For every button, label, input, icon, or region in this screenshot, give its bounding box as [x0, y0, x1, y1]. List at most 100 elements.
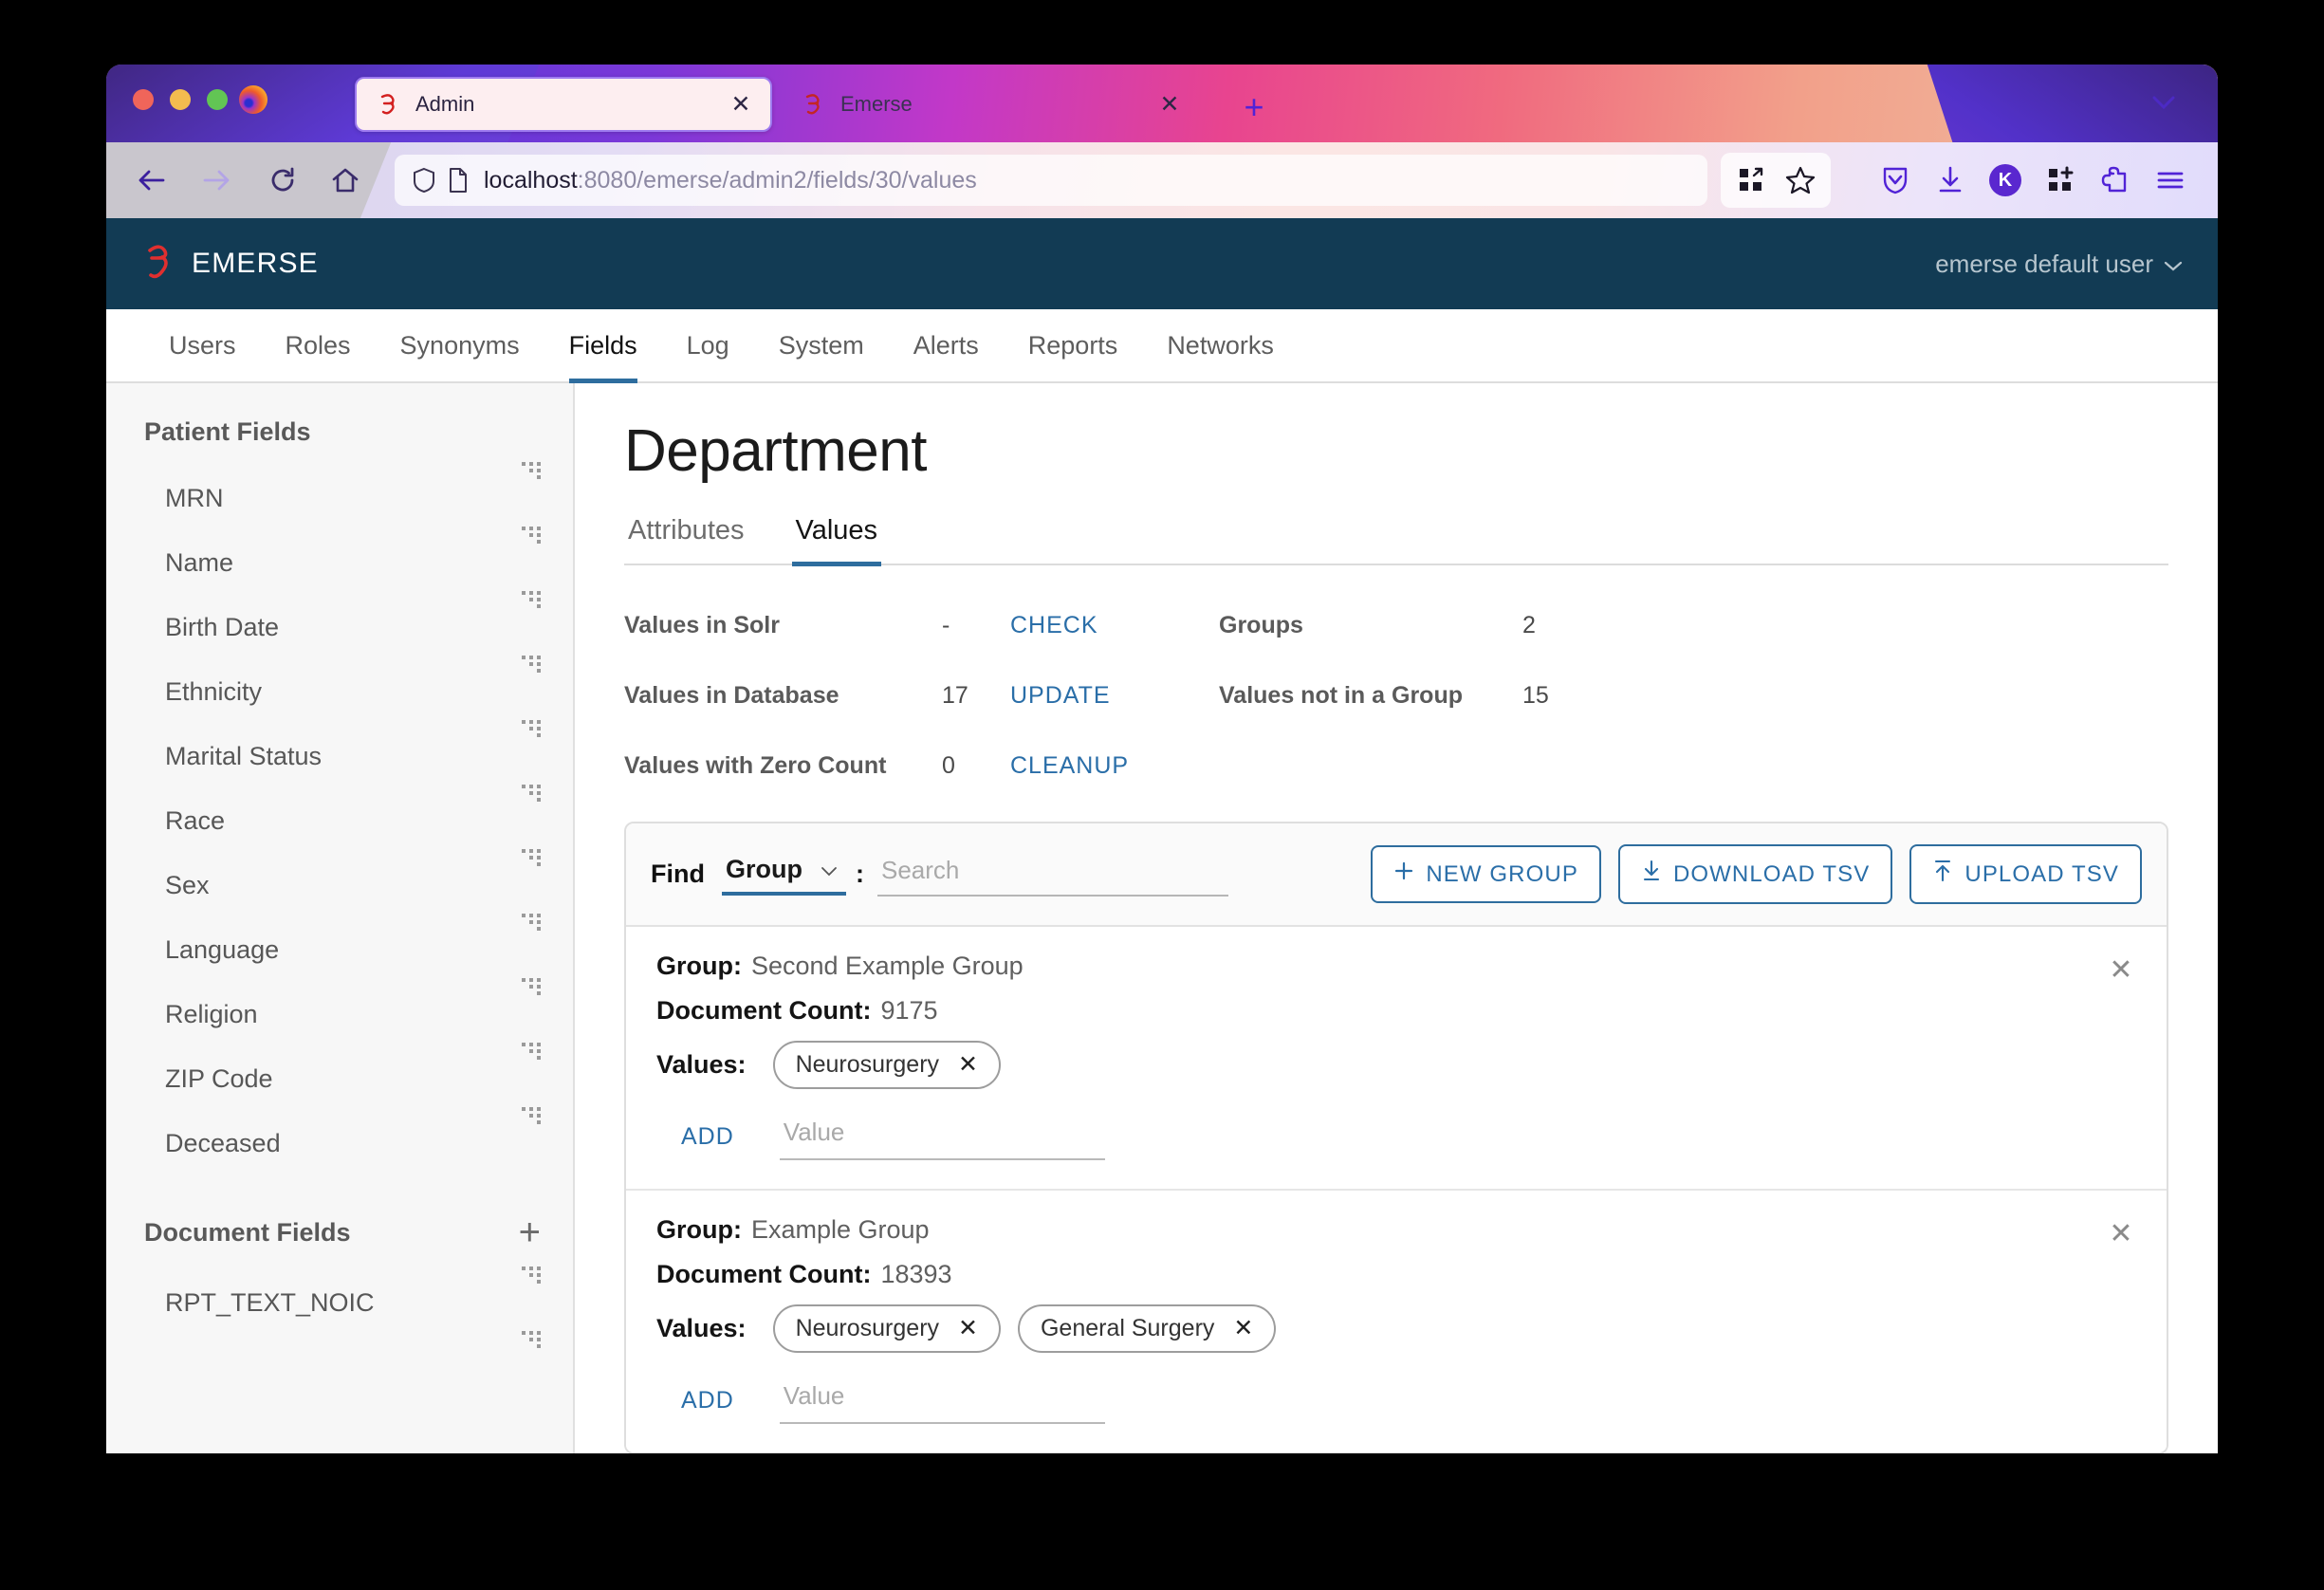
account-avatar-icon[interactable]: K	[1981, 156, 2030, 205]
sidebar-item-race[interactable]: Race	[106, 785, 573, 853]
pocket-save-icon[interactable]	[1871, 156, 1920, 205]
tab-alerts[interactable]: Alerts	[889, 309, 1004, 381]
sidebar-item-religion[interactable]: Religion	[106, 978, 573, 1046]
sidebar-item-label: Name	[165, 547, 234, 577]
minimize-window-button[interactable]	[170, 89, 191, 110]
url-path: :8080/emerse/admin2/fields/30/values	[577, 166, 977, 194]
group-key-label: Group:	[656, 952, 742, 980]
drag-handle-icon[interactable]	[522, 591, 543, 612]
sidebar-item-birth-date[interactable]: Birth Date	[106, 591, 573, 659]
page-info-document-icon[interactable]	[448, 167, 469, 194]
sidebar-item-deceased[interactable]: Deceased	[106, 1107, 573, 1175]
download-tsv-button[interactable]: DOWNLOAD TSV	[1617, 844, 1893, 904]
sidebar-item-zip-code[interactable]: ZIP Code	[106, 1043, 573, 1111]
remove-value-icon[interactable]: ✕	[958, 1053, 978, 1077]
tab-users[interactable]: Users	[144, 309, 261, 381]
back-button[interactable]	[127, 156, 176, 205]
upload-arrow-icon	[1932, 860, 1953, 889]
value-chip[interactable]: Neurosurgery ✕	[772, 1041, 1001, 1089]
download-tsv-label: DOWNLOAD TSV	[1672, 860, 1871, 887]
tab-close-icon[interactable]: ✕	[1155, 90, 1184, 119]
sidebar-item-rpt-text-noic[interactable]: RPT_TEXT_NOIC	[106, 1266, 573, 1335]
new-group-button[interactable]: NEW GROUP	[1371, 845, 1601, 903]
delete-group-icon[interactable]: ✕	[2102, 1215, 2140, 1253]
check-button[interactable]: CHECK	[1010, 590, 1219, 660]
value-chip-label: Neurosurgery	[795, 1051, 940, 1078]
fields-sidebar: Patient Fields MRN Name Birth Date Ethni…	[106, 383, 575, 1453]
sidebar-item-partial[interactable]	[106, 1331, 573, 1399]
tab-log[interactable]: Log	[662, 309, 754, 381]
drag-handle-icon[interactable]	[522, 1107, 543, 1128]
forward-button[interactable]	[192, 156, 241, 205]
tab-synonyms[interactable]: Synonyms	[376, 309, 544, 381]
extensions-puzzle-icon[interactable]	[2091, 156, 2140, 205]
chevron-down-icon	[2163, 250, 2184, 279]
drag-handle-icon[interactable]	[522, 785, 543, 805]
emerse-favicon-icon	[378, 92, 402, 117]
downloads-icon[interactable]	[1926, 156, 1975, 205]
sidebar-item-marital-status[interactable]: Marital Status	[106, 720, 573, 788]
find-type-select[interactable]: Group	[721, 853, 846, 896]
user-menu-label: emerse default user	[1935, 249, 2153, 278]
tracking-protection-shield-icon[interactable]	[412, 167, 436, 194]
remove-value-icon[interactable]: ✕	[1233, 1317, 1253, 1340]
cleanup-button[interactable]: CLEANUP	[1010, 730, 1219, 801]
tab-close-icon[interactable]: ✕	[727, 90, 755, 119]
brand[interactable]: EMERSE	[144, 241, 319, 287]
update-button[interactable]: UPDATE	[1010, 660, 1219, 730]
document-count-value: 18393	[880, 1260, 952, 1288]
new-value-input[interactable]	[779, 1114, 1105, 1160]
value-chip[interactable]: General Surgery ✕	[1017, 1304, 1277, 1353]
tab-networks[interactable]: Networks	[1142, 309, 1299, 381]
browser-tab-admin[interactable]: Admin ✕	[355, 77, 772, 132]
drag-handle-icon[interactable]	[522, 462, 543, 483]
list-all-tabs-chevron-down-icon[interactable]	[2149, 93, 2178, 117]
tab-system[interactable]: System	[754, 309, 889, 381]
tab-reports[interactable]: Reports	[1004, 309, 1143, 381]
chevron-down-icon	[820, 855, 839, 884]
sidebar-item-label: Deceased	[165, 1128, 281, 1157]
sub-tab-attributes[interactable]: Attributes	[624, 506, 748, 564]
maximize-window-button[interactable]	[207, 89, 228, 110]
drag-handle-icon[interactable]	[522, 849, 543, 870]
search-input[interactable]	[876, 852, 1228, 897]
drag-handle-icon[interactable]	[522, 914, 543, 934]
drag-handle-icon[interactable]	[522, 720, 543, 741]
drag-handle-icon[interactable]	[522, 1331, 543, 1352]
new-value-input[interactable]	[779, 1377, 1105, 1424]
add-extension-icon[interactable]	[2036, 156, 2085, 205]
download-arrow-icon	[1641, 860, 1662, 889]
sub-tab-values[interactable]: Values	[791, 506, 882, 566]
emerse-favicon-icon	[802, 92, 827, 117]
patient-fields-heading: Patient Fields	[106, 417, 573, 447]
value-chip[interactable]: Neurosurgery ✕	[772, 1304, 1001, 1353]
sidebar-item-language[interactable]: Language	[106, 914, 573, 982]
add-document-field-button[interactable]: +	[519, 1213, 541, 1251]
tab-fields[interactable]: Fields	[544, 309, 662, 383]
drag-handle-icon[interactable]	[522, 527, 543, 547]
delete-group-icon[interactable]: ✕	[2102, 952, 2140, 989]
add-value-button[interactable]: ADD	[681, 1123, 734, 1151]
app-menu-icon[interactable]	[2146, 156, 2195, 205]
home-button[interactable]	[321, 156, 370, 205]
sidebar-item-mrn[interactable]: MRN	[106, 462, 573, 530]
new-tab-button[interactable]: +	[1238, 90, 1270, 124]
tab-roles[interactable]: Roles	[261, 309, 376, 381]
drag-handle-icon[interactable]	[522, 1043, 543, 1063]
reload-button[interactable]	[258, 156, 307, 205]
extensions-grid-icon[interactable]	[1726, 156, 1776, 205]
upload-tsv-button[interactable]: UPLOAD TSV	[1909, 844, 2142, 904]
sidebar-item-sex[interactable]: Sex	[106, 849, 573, 917]
remove-value-icon[interactable]: ✕	[958, 1317, 978, 1340]
browser-tab-emerse[interactable]: Emerse ✕	[782, 77, 1199, 132]
sidebar-item-ethnicity[interactable]: Ethnicity	[106, 656, 573, 724]
user-menu[interactable]: emerse default user	[1935, 250, 2184, 279]
drag-handle-icon[interactable]	[522, 656, 543, 676]
drag-handle-icon[interactable]	[522, 978, 543, 999]
drag-handle-icon[interactable]	[522, 1266, 543, 1287]
close-window-button[interactable]	[133, 89, 154, 110]
sidebar-item-name[interactable]: Name	[106, 527, 573, 595]
bookmark-star-icon[interactable]	[1776, 156, 1825, 205]
address-bar[interactable]: localhost:8080/emerse/admin2/fields/30/v…	[395, 155, 1707, 206]
add-value-button[interactable]: ADD	[681, 1387, 734, 1414]
